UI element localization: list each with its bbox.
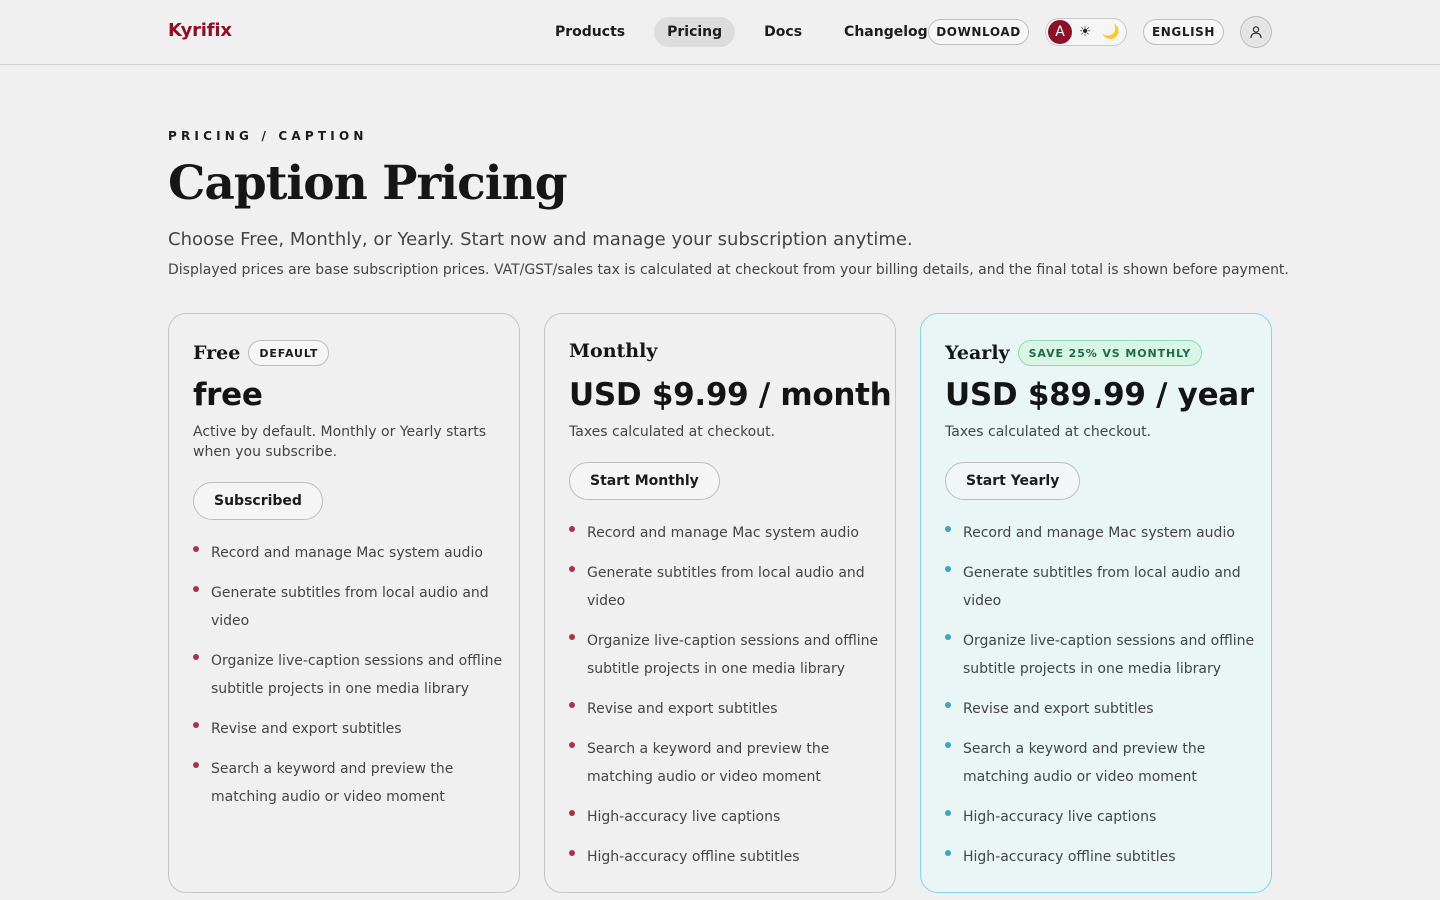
feature-item: Record and manage Mac system audio [569, 519, 879, 547]
feature-text: Generate subtitles from local audio and … [211, 585, 489, 629]
bullet-dot-icon [945, 850, 951, 856]
feature-item: High-accuracy offline subtitles [945, 843, 1255, 871]
feature-text: Generate subtitles from local audio and … [587, 565, 865, 609]
page-title: Caption Pricing [168, 156, 568, 211]
tax-note: Displayed prices are base subscription p… [168, 262, 1289, 278]
plan-name: Yearly [945, 342, 1010, 364]
bullet-dot-icon [945, 526, 951, 532]
bullet-dot-icon [569, 850, 575, 856]
bullet-dot-icon [569, 634, 575, 640]
plan-price: USD $89.99 / year [945, 377, 1254, 413]
feature-text: High-accuracy offline subtitles [587, 849, 800, 865]
bullet-dot-icon [569, 742, 575, 748]
download-button[interactable]: DOWNLOAD [928, 19, 1029, 45]
language-selector[interactable]: ENGLISH [1143, 19, 1224, 45]
bullet-dot-icon [945, 702, 951, 708]
theme-auto-option[interactable]: A [1048, 20, 1072, 44]
bullet-dot-icon [945, 634, 951, 640]
feature-text: Organize live-caption sessions and offli… [211, 653, 503, 697]
plan-card-yearly: Yearly SAVE 25% VS MONTHLY USD $89.99 / … [920, 313, 1272, 893]
feature-item: Record and manage Mac system audio [193, 539, 503, 567]
plan-description: Active by default. Monthly or Yearly sta… [193, 424, 486, 460]
bullet-dot-icon [569, 810, 575, 816]
feature-item: Revise and export subtitles [945, 695, 1255, 723]
feature-text: Organize live-caption sessions and offli… [963, 633, 1255, 677]
feature-text: Search a keyword and preview the matchin… [963, 741, 1206, 785]
feature-text: Revise and export subtitles [963, 701, 1154, 717]
subscribed-button[interactable]: Subscribed [193, 482, 323, 520]
feature-text: High-accuracy live captions [587, 809, 781, 825]
main-nav: Products Pricing Docs Changelog [542, 17, 957, 47]
feature-text: Record and manage Mac system audio [211, 545, 483, 561]
savings-badge: SAVE 25% VS MONTHLY [1017, 340, 1203, 366]
default-badge: DEFAULT [248, 340, 330, 366]
feature-item: Search a keyword and preview the matchin… [569, 735, 879, 791]
plan-price: USD $9.99 / month [569, 377, 892, 413]
plan-card-free: Free DEFAULT free Active by default. Mon… [168, 313, 520, 893]
feature-text: Record and manage Mac system audio [587, 525, 859, 541]
bullet-dot-icon [193, 546, 199, 552]
bullet-dot-icon [569, 526, 575, 532]
plan-header: Free DEFAULT [193, 340, 330, 366]
feature-item: Search a keyword and preview the matchin… [193, 755, 503, 811]
plan-header: Yearly SAVE 25% VS MONTHLY [945, 340, 1203, 366]
theme-switcher: A ☀ 🌙 [1045, 18, 1127, 46]
feature-text: Organize live-caption sessions and offli… [587, 633, 879, 677]
feature-item: Organize live-caption sessions and offli… [945, 627, 1255, 683]
brand-logo-link[interactable]: Kyrifix [168, 20, 232, 41]
moon-icon[interactable]: 🌙 [1098, 24, 1124, 40]
feature-item: High-accuracy live captions [945, 803, 1255, 831]
plan-description: Taxes calculated at checkout. [945, 424, 1152, 440]
start-yearly-button[interactable]: Start Yearly [945, 462, 1081, 500]
feature-text: Generate subtitles from local audio and … [963, 565, 1241, 609]
feature-list: Record and manage Mac system audio Genera… [193, 539, 503, 823]
breadcrumb: PRICING / CAPTION [168, 129, 368, 143]
bullet-dot-icon [569, 702, 575, 708]
plan-price: free [193, 377, 263, 413]
feature-text: Record and manage Mac system audio [963, 525, 1235, 541]
page-subtitle: Choose Free, Monthly, or Yearly. Start n… [168, 229, 913, 250]
feature-item: Organize live-caption sessions and offli… [193, 647, 503, 703]
feature-item: Organize live-caption sessions and offli… [569, 627, 879, 683]
account-button[interactable] [1240, 16, 1272, 48]
feature-item: Revise and export subtitles [569, 695, 879, 723]
feature-item: Generate subtitles from local audio and … [193, 579, 503, 635]
feature-list: Record and manage Mac system audio Genera… [945, 519, 1255, 883]
start-monthly-button[interactable]: Start Monthly [569, 462, 720, 500]
bullet-dot-icon [945, 566, 951, 572]
feature-list: Record and manage Mac system audio Genera… [569, 519, 879, 883]
plan-description: Taxes calculated at checkout. [569, 424, 776, 440]
feature-item: High-accuracy live captions [569, 803, 879, 831]
bullet-dot-icon [193, 586, 199, 592]
top-navigation-bar: Kyrifix Products Pricing Docs Changelog … [0, 0, 1440, 65]
feature-text: Revise and export subtitles [587, 701, 778, 717]
feature-item: Record and manage Mac system audio [945, 519, 1255, 547]
feature-text: High-accuracy live captions [963, 809, 1157, 825]
plan-card-monthly: Monthly USD $9.99 / month Taxes calculat… [544, 313, 896, 893]
feature-item: Search a keyword and preview the matchin… [945, 735, 1255, 791]
feature-item: High-accuracy offline subtitles [569, 843, 879, 871]
user-icon [1250, 26, 1262, 39]
nav-link-pricing[interactable]: Pricing [654, 17, 736, 47]
plan-name: Monthly [569, 340, 658, 362]
feature-item: Revise and export subtitles [193, 715, 503, 743]
feature-text: High-accuracy offline subtitles [963, 849, 1176, 865]
plan-header: Monthly [569, 340, 657, 362]
bullet-dot-icon [945, 742, 951, 748]
feature-text: Search a keyword and preview the matchin… [211, 761, 454, 805]
feature-text: Search a keyword and preview the matchin… [587, 741, 830, 785]
sun-icon[interactable]: ☀ [1072, 24, 1098, 40]
bullet-dot-icon [193, 654, 199, 660]
bullet-dot-icon [193, 722, 199, 728]
plan-name: Free [193, 342, 241, 364]
nav-link-docs[interactable]: Docs [751, 17, 815, 47]
nav-link-products[interactable]: Products [542, 17, 638, 47]
feature-item: Generate subtitles from local audio and … [945, 559, 1255, 615]
feature-item: Generate subtitles from local audio and … [569, 559, 879, 615]
bullet-dot-icon [569, 566, 575, 572]
bullet-dot-icon [945, 810, 951, 816]
bullet-dot-icon [193, 762, 199, 768]
feature-text: Revise and export subtitles [211, 721, 402, 737]
nav-link-changelog[interactable]: Changelog [831, 17, 941, 47]
